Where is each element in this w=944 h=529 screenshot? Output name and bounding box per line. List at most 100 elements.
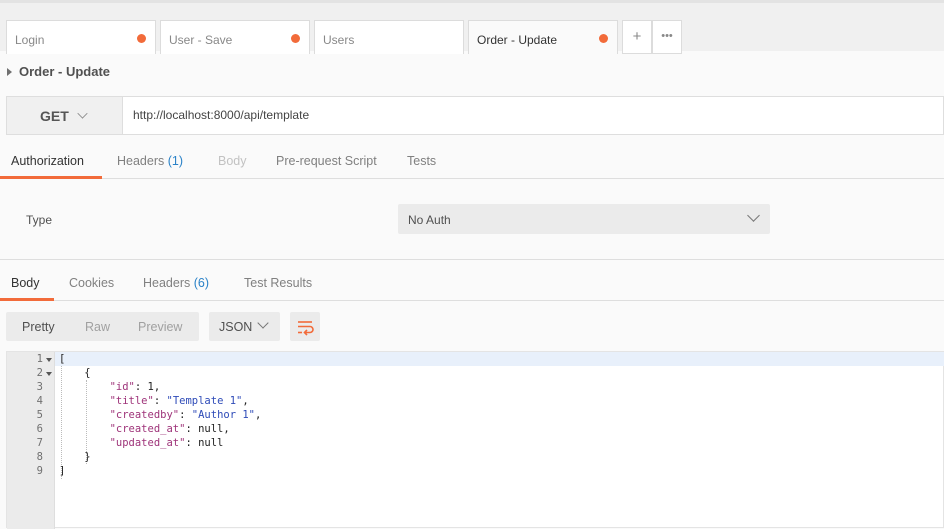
json-key: "id" [109, 381, 135, 393]
code-line: "created_at": null, [59, 423, 230, 435]
chevron-down-icon [77, 108, 88, 119]
tab-login[interactable]: Login [6, 20, 156, 54]
json-token: : [179, 409, 192, 421]
request-title-row: Order - Update [0, 51, 944, 95]
tab-user-save[interactable]: User - Save [160, 20, 310, 54]
headers-count: (1) [167, 154, 184, 168]
tab-label: Pre-request Script [276, 154, 377, 168]
json-key: "createdby" [109, 409, 180, 421]
json-key: "updated_at" [109, 437, 186, 449]
json-token: ] [59, 465, 66, 477]
json-token: : [153, 395, 167, 407]
json-token: : null [185, 437, 224, 449]
unsaved-dot-icon [599, 34, 608, 43]
code-line: "id": 1, [59, 381, 161, 393]
tab-label: Headers [143, 276, 191, 290]
method-select[interactable]: GET [7, 97, 123, 134]
type-label: Type [26, 213, 53, 227]
json-token: } [59, 451, 91, 463]
more-tabs-button[interactable]: ••• [652, 20, 682, 54]
tab-test-results[interactable]: Test Results [244, 265, 312, 301]
line-gutter: 1 2 3 4 5 6 7 8 9 [7, 352, 55, 529]
json-string: "Template 1" [166, 395, 243, 407]
json-token: { [59, 367, 91, 379]
code-line: "title": "Template 1", [59, 395, 249, 407]
unsaved-dot-icon [137, 34, 146, 43]
format-select[interactable]: JSON [209, 312, 280, 341]
wrap-icon [298, 321, 314, 336]
tab-authorization[interactable]: Authorization [0, 143, 102, 179]
code-line: "createdby": "Author 1", [59, 409, 262, 421]
tab-pre-request-script[interactable]: Pre-request Script [276, 143, 377, 179]
tab-label: Order - Update [477, 33, 558, 47]
code-line: } [59, 451, 91, 463]
tab-bar: Login User - Save Users Order - Update +… [0, 0, 944, 54]
line-number: 2 [36, 367, 43, 379]
tab-label: Login [15, 33, 45, 47]
unsaved-dot-icon [291, 34, 300, 43]
tab-label: Body [11, 276, 40, 290]
response-body-editor[interactable]: 1 2 3 4 5 6 7 8 9 [ { "id": 1, "title": … [6, 351, 944, 529]
wrap-lines-button[interactable] [290, 312, 320, 341]
tab-label: Authorization [11, 154, 84, 168]
active-line-highlight [55, 352, 944, 366]
tab-label: Cookies [69, 276, 115, 290]
request-name[interactable]: Order - Update [19, 64, 110, 79]
preview-button[interactable]: Preview [138, 320, 182, 334]
tab-order-update[interactable]: Order - Update [468, 20, 618, 54]
json-token: [ [59, 353, 66, 365]
tab-label: Body [218, 154, 247, 168]
fold-arrow-icon[interactable] [46, 358, 52, 362]
tab-response-body[interactable]: Body [0, 265, 54, 301]
add-tab-button[interactable]: + [622, 20, 652, 54]
more-icon: ••• [661, 30, 673, 42]
tab-label: User - Save [169, 33, 233, 47]
code-line: ] [59, 465, 65, 477]
tab-label: Users [323, 33, 355, 47]
tab-users[interactable]: Users [314, 20, 464, 54]
url-input[interactable]: http://localhost:8000/api/template [133, 108, 309, 122]
json-string: "Author 1" [191, 409, 255, 421]
pretty-button[interactable]: Pretty [22, 320, 55, 334]
json-token: : 1, [134, 381, 161, 393]
json-token: : null, [185, 423, 230, 435]
tab-label: Headers [117, 154, 165, 168]
line-number: 5 [36, 409, 43, 421]
line-number: 4 [36, 395, 43, 407]
line-number: 8 [36, 451, 43, 463]
raw-button[interactable]: Raw [85, 320, 110, 334]
line-number: 3 [36, 381, 43, 393]
authorization-panel: Type No Auth [0, 179, 944, 260]
chevron-down-icon [747, 209, 760, 222]
tab-tests[interactable]: Tests [407, 143, 436, 179]
plus-icon: + [632, 28, 642, 45]
line-number: 6 [36, 423, 43, 435]
json-key: "title" [109, 395, 154, 407]
request-tabs: Authorization Headers (1) Body Pre-reque… [0, 143, 944, 179]
line-number: 9 [36, 465, 43, 477]
view-mode-toggle: Pretty Raw Preview [6, 312, 199, 341]
response-tabs: Body Cookies Headers (6) Test Results [0, 265, 944, 301]
tab-body[interactable]: Body [218, 143, 247, 179]
json-key: "created_at" [109, 423, 186, 435]
tab-label: Test Results [244, 276, 313, 290]
headers-count: (6) [193, 276, 210, 290]
method-label: GET [40, 108, 69, 124]
json-token: , [242, 395, 249, 407]
chevron-down-icon [257, 317, 269, 329]
expand-caret-icon[interactable] [7, 68, 12, 76]
auth-type-select[interactable]: No Auth [398, 204, 770, 234]
tab-label: Tests [407, 154, 437, 168]
line-number: 1 [36, 353, 43, 365]
tab-response-headers[interactable]: Headers (6) [143, 265, 209, 301]
tab-cookies[interactable]: Cookies [69, 265, 114, 301]
response-toolbar: Pretty Raw Preview JSON [0, 301, 944, 351]
fold-arrow-icon[interactable] [46, 372, 52, 376]
tab-headers[interactable]: Headers (1) [117, 143, 183, 179]
auth-type-value: No Auth [408, 213, 451, 227]
